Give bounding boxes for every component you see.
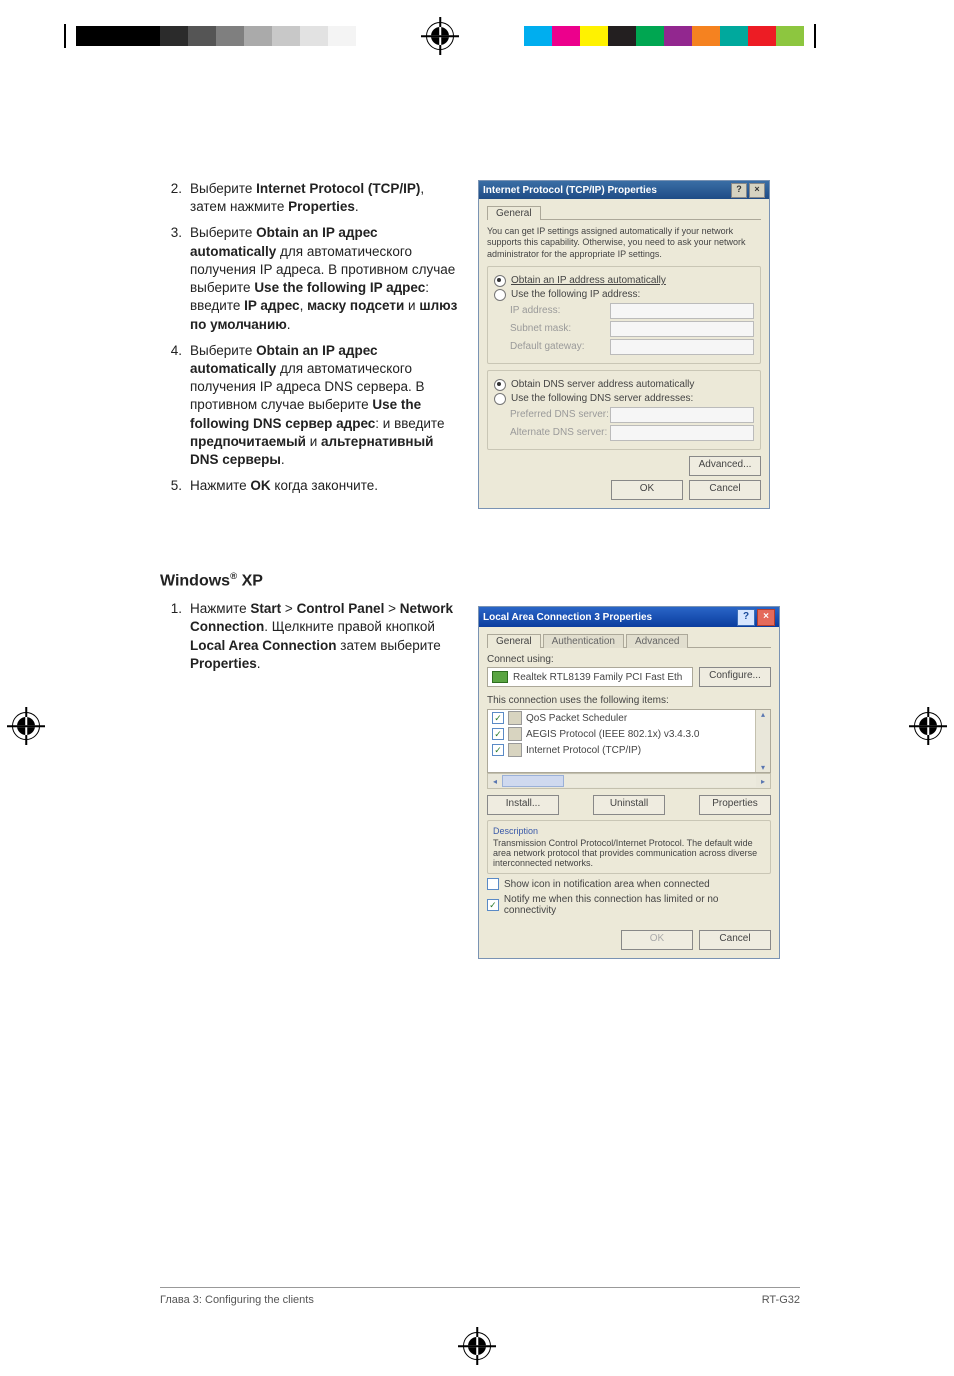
uninstall-button[interactable]: Uninstall	[593, 795, 665, 815]
section-heading-windows-xp: Windows® XP	[160, 571, 800, 590]
instruction-step: 1.Нажмите Start > Control Panel > Networ…	[160, 600, 460, 673]
properties-button[interactable]: Properties	[699, 795, 771, 815]
label-subnet-mask: Subnet mask:	[510, 323, 610, 334]
checkbox-show-icon[interactable]: Show icon in notification area when conn…	[487, 878, 771, 890]
label-description: Description	[493, 826, 765, 836]
label-connect-using: Connect using:	[487, 654, 771, 665]
registration-mark-icon	[914, 712, 942, 740]
instruction-steps-bottom: 1.Нажмите Start > Control Panel > Networ…	[160, 600, 460, 959]
dialog-title: Internet Protocol (TCP/IP) Properties	[483, 185, 657, 196]
radio-obtain-ip-auto[interactable]: Obtain an IP address automatically	[494, 275, 754, 287]
radio-use-following-dns[interactable]: Use the following DNS server addresses:	[494, 393, 754, 405]
default-gateway-field[interactable]	[610, 339, 754, 355]
configure-button[interactable]: Configure...	[699, 667, 771, 687]
help-button[interactable]: ?	[731, 183, 747, 198]
registration-mark-icon	[12, 712, 40, 740]
dialog-note: You can get IP settings assigned automat…	[487, 226, 761, 260]
color-swatches	[524, 26, 804, 46]
grayscale-swatches	[76, 26, 356, 46]
label-default-gateway: Default gateway:	[510, 341, 610, 352]
scrollbar-horizontal[interactable]: ◂▸	[487, 773, 771, 789]
ok-button[interactable]: OK	[611, 480, 683, 500]
footer-left: Глава 3: Configuring the clients	[160, 1294, 314, 1306]
registration-bar-top	[0, 22, 954, 50]
registration-mark-icon	[463, 1332, 491, 1360]
instruction-step: 3.Выберите Obtain an IP адрес automatica…	[160, 224, 460, 333]
dialog-titlebar: Local Area Connection 3 Properties ? ×	[479, 607, 779, 627]
subnet-mask-field[interactable]	[610, 321, 754, 337]
footer-right: RT-G32	[762, 1294, 800, 1306]
connection-items-list[interactable]: ✓QoS Packet Scheduler✓AEGIS Protocol (IE…	[487, 709, 771, 773]
list-item[interactable]: ✓Internet Protocol (TCP/IP)	[488, 742, 770, 758]
radio-obtain-dns-auto[interactable]: Obtain DNS server address automatically	[494, 379, 754, 391]
tab-general[interactable]: General	[487, 634, 541, 648]
tcpip-properties-dialog: Internet Protocol (TCP/IP) Properties ? …	[478, 180, 770, 509]
label-preferred-dns: Preferred DNS server:	[510, 409, 610, 420]
instruction-step: 4.Выберите Obtain an IP адрес automatica…	[160, 342, 460, 470]
description-group: Description Transmission Control Protoco…	[487, 820, 771, 874]
radio-use-following-ip[interactable]: Use the following IP address:	[494, 289, 754, 301]
scrollbar-vertical[interactable]: ▴▾	[755, 710, 770, 772]
ip-address-field[interactable]	[610, 303, 754, 319]
crop-tick	[814, 24, 816, 48]
close-button[interactable]: ×	[749, 183, 765, 198]
page-content: 2.Выберите Internet Protocol (TCP/IP), з…	[160, 180, 800, 959]
registration-mark-icon	[426, 22, 454, 50]
dialog-title: Local Area Connection 3 Properties	[483, 612, 652, 623]
page-footer: Глава 3: Configuring the clients RT-G32	[160, 1287, 800, 1306]
instruction-steps-top: 2.Выберите Internet Protocol (TCP/IP), з…	[160, 180, 460, 509]
cancel-button[interactable]: Cancel	[689, 480, 761, 500]
list-item[interactable]: ✓AEGIS Protocol (IEEE 802.1x) v3.4.3.0	[488, 726, 770, 742]
nic-icon	[492, 671, 508, 683]
close-button[interactable]: ×	[757, 609, 775, 626]
label-ip-address: IP address:	[510, 305, 610, 316]
description-text: Transmission Control Protocol/Internet P…	[493, 838, 765, 868]
install-button[interactable]: Install...	[487, 795, 559, 815]
label-uses-items: This connection uses the following items…	[487, 695, 771, 706]
nic-display: Realtek RTL8139 Family PCI Fast Eth	[487, 667, 693, 687]
dialog-titlebar: Internet Protocol (TCP/IP) Properties ? …	[479, 181, 769, 199]
crop-tick	[64, 24, 66, 48]
checkbox-notify-limited[interactable]: ✓Notify me when this connection has limi…	[487, 894, 771, 916]
tab-advanced[interactable]: Advanced	[626, 634, 688, 648]
alternate-dns-field[interactable]	[610, 425, 754, 441]
list-item[interactable]: ✓QoS Packet Scheduler	[488, 710, 770, 726]
label-alternate-dns: Alternate DNS server:	[510, 427, 610, 438]
help-button[interactable]: ?	[737, 609, 755, 626]
advanced-button[interactable]: Advanced...	[689, 456, 761, 476]
lan-connection-properties-dialog: Local Area Connection 3 Properties ? × G…	[478, 606, 780, 959]
instruction-step: 2.Выберите Internet Protocol (TCP/IP), з…	[160, 180, 460, 216]
ok-button[interactable]: OK	[621, 930, 693, 950]
cancel-button[interactable]: Cancel	[699, 930, 771, 950]
tab-general[interactable]: General	[487, 206, 541, 220]
preferred-dns-field[interactable]	[610, 407, 754, 423]
registration-bar-bottom	[0, 1332, 954, 1360]
instruction-step: 5.Нажмите OK когда закончите.	[160, 477, 460, 495]
tab-authentication[interactable]: Authentication	[543, 634, 624, 648]
